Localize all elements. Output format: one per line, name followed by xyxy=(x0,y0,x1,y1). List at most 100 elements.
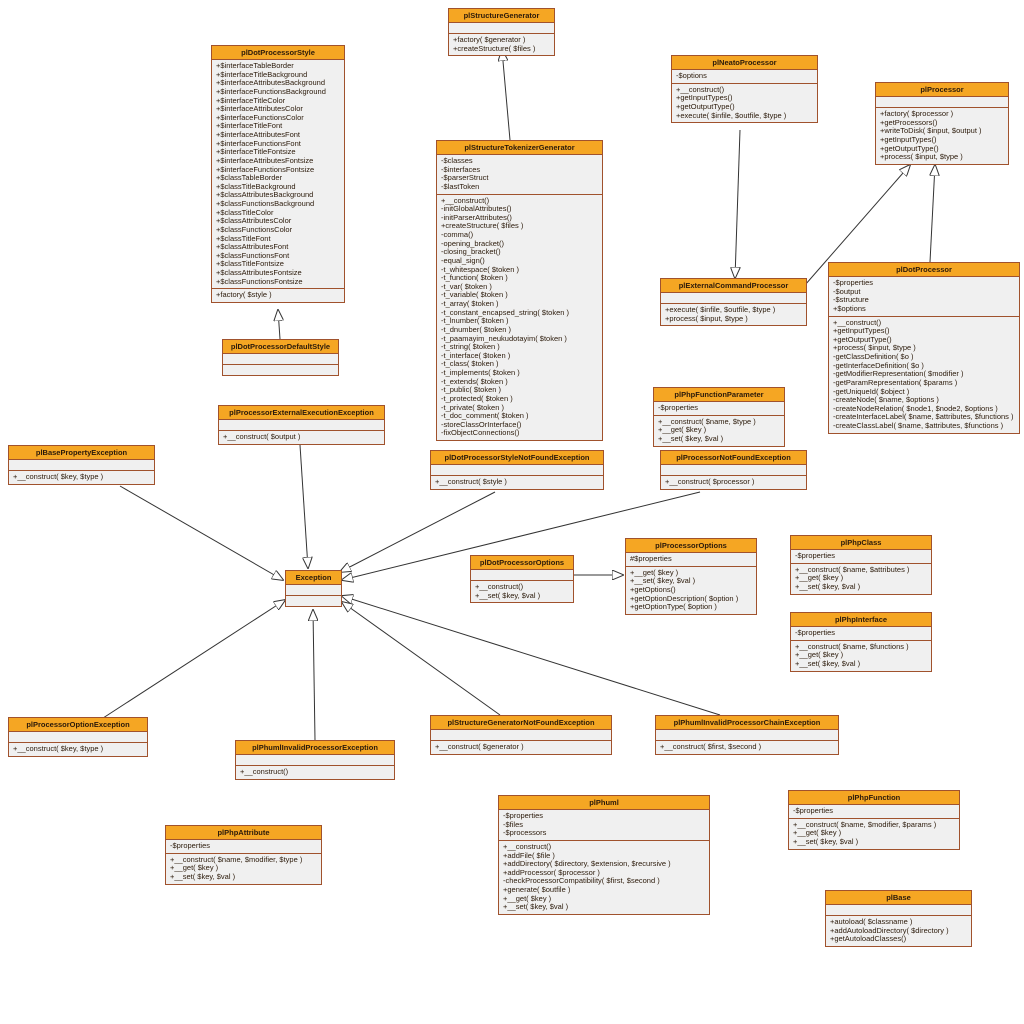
uml-operations: +__construct( $output ) xyxy=(219,431,384,444)
uml-title: plPhpFunction xyxy=(789,791,959,805)
uml-attributes: -$properties-$output-$structure+$options xyxy=(829,277,1019,317)
uml-title: plDotProcessorStyle xyxy=(212,46,344,60)
uml-operations: +__construct( $name, $type )+__get( $key… xyxy=(654,416,784,446)
uml-attributes xyxy=(826,905,971,916)
uml-title: plStructureGeneratorNotFoundException xyxy=(431,716,611,730)
uml-attributes: -$properties xyxy=(166,840,321,854)
uml-op-row: +execute( $infile, $outfile, $type ) xyxy=(676,112,813,121)
uml-op-row: +__construct( $first, $second ) xyxy=(660,743,834,752)
uml-title: plDotProcessorOptions xyxy=(471,556,573,570)
uml-operations: +factory( $generator )+createStructure( … xyxy=(449,34,554,55)
uml-operations: +__construct( $name, $modifier, $type )+… xyxy=(166,854,321,884)
uml-operations: +factory( $processor )+getProcessors()+w… xyxy=(876,108,1008,164)
uml-operations: +__get( $key )+__set( $key, $val )+getOp… xyxy=(626,567,756,614)
uml-title: plStructureGenerator xyxy=(449,9,554,23)
uml-title: plProcessorOptions xyxy=(626,539,756,553)
uml-operations: +execute( $infile, $outfile, $type )+pro… xyxy=(661,304,806,325)
uml-attributes xyxy=(661,465,806,476)
uml-operations xyxy=(286,596,341,606)
uml-operations: +__construct( $key, $type ) xyxy=(9,471,154,484)
uml-operations: +__construct()+getInputTypes()+getOutput… xyxy=(672,84,817,123)
uml-operations: +__construct( $processor ) xyxy=(661,476,806,489)
uml-class-plProcessorExternalExecutionException: plProcessorExternalExecutionException +__… xyxy=(218,405,385,445)
uml-class-plNeatoProcessor: plNeatoProcessor-$options+__construct()+… xyxy=(671,55,818,123)
uml-class-plPhumlInvalidProcessorChainException: plPhumlInvalidProcessorChainException +__… xyxy=(655,715,839,755)
uml-attr-row: -$properties xyxy=(793,807,955,816)
uml-class-plBasePropertyException: plBasePropertyException +__construct( $ke… xyxy=(8,445,155,485)
uml-attributes xyxy=(449,23,554,34)
uml-title: plBase xyxy=(826,891,971,905)
uml-attributes xyxy=(471,570,573,581)
uml-title: plPhpInterface xyxy=(791,613,931,627)
uml-class-plPhpAttribute: plPhpAttribute-$properties+__construct( … xyxy=(165,825,322,885)
uml-attributes xyxy=(223,354,338,365)
uml-operations: +__construct( $generator ) xyxy=(431,741,611,754)
uml-title: plPhpAttribute xyxy=(166,826,321,840)
uml-class-plPhpFunctionParameter: plPhpFunctionParameter-$properties+__con… xyxy=(653,387,785,447)
uml-class-plStructureGeneratorNotFoundException: plStructureGeneratorNotFoundException +__… xyxy=(430,715,612,755)
uml-class-plDotProcessorDefaultStyle: plDotProcessorDefaultStyle xyxy=(222,339,339,376)
uml-operations: +autoload( $classname )+addAutoloadDirec… xyxy=(826,916,971,946)
uml-op-row: +__construct() xyxy=(240,768,390,777)
uml-title: plPhpClass xyxy=(791,536,931,550)
uml-class-plProcessorNotFoundException: plProcessorNotFoundException+__construct… xyxy=(660,450,807,490)
uml-class-plStructureTokenizerGenerator: plStructureTokenizerGenerator-$classes-$… xyxy=(436,140,603,441)
uml-operations: +__construct()+addFile( $file )+addDirec… xyxy=(499,841,709,914)
uml-attributes: -$properties xyxy=(791,550,931,564)
uml-op-row: +__construct( $style ) xyxy=(435,478,599,487)
uml-op-row: +process( $input, $type ) xyxy=(880,153,1004,162)
uml-op-row: +getAutoloadClasses() xyxy=(830,935,967,944)
uml-attr-row: -$properties xyxy=(795,629,927,638)
uml-attributes xyxy=(219,420,384,431)
uml-attributes: -$properties xyxy=(654,402,784,416)
uml-attributes xyxy=(9,732,147,743)
uml-op-row: +__set( $key, $val ) xyxy=(170,873,317,882)
uml-class-plPhuml: plPhuml-$properties-$files-$processors+_… xyxy=(498,795,710,915)
uml-op-row: +createStructure( $files ) xyxy=(453,45,550,54)
uml-title: plProcessorOptionException xyxy=(9,718,147,732)
uml-attr-row: -$lastToken xyxy=(441,183,598,192)
uml-attributes xyxy=(876,97,1008,108)
uml-attr-row: -$processors xyxy=(503,829,705,838)
uml-op-row: +__set( $key, $val ) xyxy=(475,592,569,601)
uml-title: plProcessor xyxy=(876,83,1008,97)
uml-op-row: +__construct( $output ) xyxy=(223,433,380,442)
uml-op-row: +__set( $key, $val ) xyxy=(795,583,927,592)
uml-title: plDotProcessorStyleNotFoundException xyxy=(431,451,603,465)
uml-operations: +__construct( $name, $functions )+__get(… xyxy=(791,641,931,671)
uml-class-plDotProcessorOptions: plDotProcessorOptions +__construct()+__se… xyxy=(470,555,574,603)
uml-operations: +__construct( $first, $second ) xyxy=(656,741,838,754)
uml-op-row: +getOptionType( $option ) xyxy=(630,603,752,612)
uml-operations: +__construct( $name, $attributes )+__get… xyxy=(791,564,931,594)
uml-operations: +__construct( $style ) xyxy=(431,476,603,489)
uml-title: plDotProcessor xyxy=(829,263,1019,277)
uml-operations: +__construct()-initGlobalAttributes()-in… xyxy=(437,195,602,441)
uml-attributes xyxy=(431,465,603,476)
uml-operations: +__construct()+__set( $key, $val ) xyxy=(471,581,573,602)
uml-op-row: +__construct( $processor ) xyxy=(665,478,802,487)
uml-title: plDotProcessorDefaultStyle xyxy=(223,340,338,354)
uml-attributes: -$properties-$files-$processors xyxy=(499,810,709,841)
uml-op-row: -createClassLabel( $name, $attributes, $… xyxy=(833,422,1015,431)
uml-class-plPhpFunction: plPhpFunction -$properties +__construct( $… xyxy=(788,790,960,850)
uml-class-plDotProcessorStyle: plDotProcessorStyle+$interfaceTableBorde… xyxy=(211,45,345,303)
uml-op-row: +factory( $style ) xyxy=(216,291,340,300)
uml-attributes: #$properties xyxy=(626,553,756,567)
uml-op-row: +__construct( $generator ) xyxy=(435,743,607,752)
uml-operations xyxy=(223,365,338,375)
uml-attr-row: -$options xyxy=(676,72,813,81)
uml-class-plStructureGenerator: plStructureGenerator +factory( $generator… xyxy=(448,8,555,56)
uml-title: plPhumlInvalidProcessorChainException xyxy=(656,716,838,730)
uml-operations: +__construct( $name, $modifier, $params … xyxy=(789,819,959,849)
uml-attributes xyxy=(236,755,394,766)
uml-attributes: -$properties xyxy=(791,627,931,641)
uml-class-Exception: Exception xyxy=(285,570,342,607)
uml-op-row: +process( $input, $type ) xyxy=(665,315,802,324)
uml-title: plBasePropertyException xyxy=(9,446,154,460)
uml-class-plProcessorOptions: plProcessorOptions #$properties +__get( $k… xyxy=(625,538,757,615)
uml-attr-row: +$classFunctionsFontsize xyxy=(216,278,340,287)
uml-attributes xyxy=(656,730,838,741)
uml-title: plPhuml xyxy=(499,796,709,810)
uml-attr-row: #$properties xyxy=(630,555,752,564)
uml-title: plProcessorExternalExecutionException xyxy=(219,406,384,420)
